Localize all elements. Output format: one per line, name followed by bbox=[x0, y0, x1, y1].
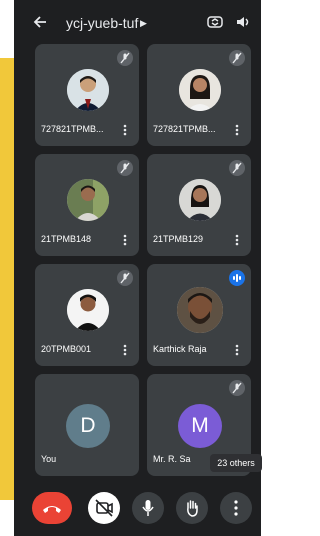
participant-tile[interactable]: Karthick Raja bbox=[147, 264, 251, 366]
top-bar: ycj-yueb-tuf ▶ bbox=[14, 0, 261, 44]
speaker-icon[interactable] bbox=[234, 13, 252, 31]
participant-name: 727821TPMB... bbox=[41, 124, 104, 134]
participant-name: Mr. R. Sa bbox=[153, 454, 191, 464]
more-options-icon[interactable] bbox=[123, 124, 127, 136]
avatar bbox=[67, 179, 109, 221]
meeting-code[interactable]: ycj-yueb-tuf bbox=[66, 15, 138, 31]
more-options-button[interactable] bbox=[220, 492, 252, 524]
mic-off-icon bbox=[117, 270, 133, 286]
avatar bbox=[67, 289, 109, 331]
more-options-icon[interactable] bbox=[123, 344, 127, 356]
participant-name: Karthick Raja bbox=[153, 344, 207, 354]
avatar bbox=[179, 179, 221, 221]
accent-bar bbox=[0, 58, 14, 500]
others-count-badge[interactable]: 23 others bbox=[210, 454, 262, 472]
meet-app: ycj-yueb-tuf ▶ 727821TPMB... 727821TPMB.… bbox=[14, 0, 262, 536]
participant-tile[interactable]: 727821TPMB... bbox=[147, 44, 251, 146]
participant-name: 727821TPMB... bbox=[153, 124, 216, 134]
mic-icon bbox=[142, 500, 154, 516]
more-vert-icon bbox=[234, 500, 238, 516]
mic-off-icon bbox=[117, 50, 133, 66]
camera-toggle-button[interactable] bbox=[88, 492, 120, 524]
participant-name: 21TPMB148 bbox=[41, 234, 92, 244]
mic-off-icon bbox=[117, 160, 133, 176]
chevron-right-icon[interactable]: ▶ bbox=[140, 18, 147, 29]
participant-name: 21TPMB129 bbox=[153, 234, 204, 244]
hand-icon bbox=[187, 500, 198, 517]
participant-tile[interactable]: 21TPMB129 bbox=[147, 154, 251, 256]
participant-name: You bbox=[41, 454, 57, 464]
end-call-icon bbox=[43, 506, 61, 513]
more-options-icon[interactable] bbox=[235, 234, 239, 246]
more-options-icon[interactable] bbox=[235, 344, 239, 356]
switch-camera-icon[interactable] bbox=[206, 13, 224, 31]
call-controls bbox=[14, 484, 261, 528]
mic-button[interactable] bbox=[132, 492, 164, 524]
back-arrow-icon[interactable] bbox=[32, 14, 48, 30]
participant-tile[interactable]: 20TPMB001 bbox=[35, 264, 139, 366]
more-options-icon[interactable] bbox=[123, 234, 127, 246]
self-view-tile[interactable]: D You bbox=[35, 374, 139, 476]
raise-hand-button[interactable] bbox=[176, 492, 208, 524]
more-options-icon[interactable] bbox=[235, 124, 239, 136]
avatar-initial: D bbox=[66, 404, 110, 448]
avatar-initial: M bbox=[178, 404, 222, 448]
avatar bbox=[177, 287, 223, 333]
camera-off-icon bbox=[95, 499, 113, 517]
participant-tile[interactable]: 727821TPMB... bbox=[35, 44, 139, 146]
participant-name: 20TPMB001 bbox=[41, 344, 92, 354]
avatar bbox=[67, 69, 109, 111]
mic-off-icon bbox=[229, 380, 245, 396]
avatar bbox=[179, 69, 221, 111]
mic-off-icon bbox=[229, 50, 245, 66]
participant-tile[interactable]: 21TPMB148 bbox=[35, 154, 139, 256]
mic-off-icon bbox=[229, 160, 245, 176]
speaking-indicator-icon bbox=[229, 270, 245, 286]
end-call-button[interactable] bbox=[32, 492, 72, 524]
